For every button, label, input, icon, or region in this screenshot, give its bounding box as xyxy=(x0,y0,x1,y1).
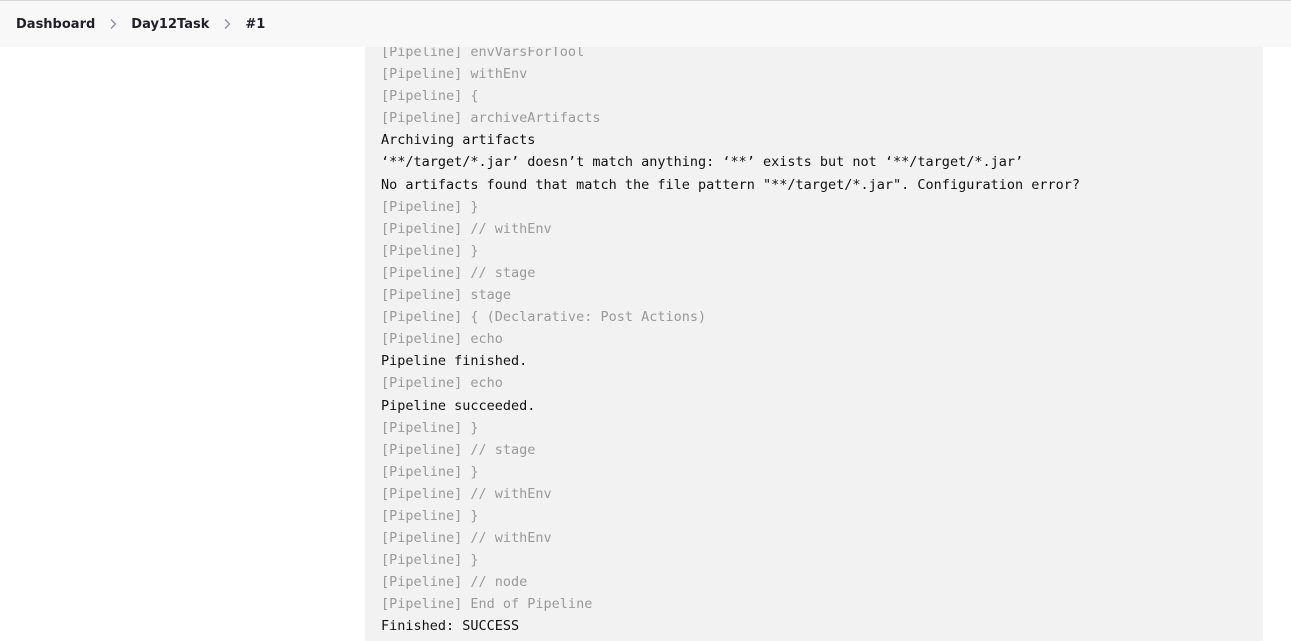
console-pipeline-line: [Pipeline] End of Pipeline xyxy=(381,596,593,613)
console-pipeline-line: [Pipeline] // withEnv xyxy=(381,485,552,502)
breadcrumb-item-build-1[interactable]: #1 xyxy=(245,17,265,32)
breadcrumb: Dashboard Day12Task #1 xyxy=(16,17,265,32)
jenkins-console-page: Dashboard Day12Task #1 [Pipeline] envVar… xyxy=(0,0,1291,641)
console-pipeline-line: [Pipeline] // stage xyxy=(381,441,536,458)
breadcrumb-item-dashboard[interactable]: Dashboard xyxy=(16,17,95,32)
console-pipeline-line: [Pipeline] stage xyxy=(381,287,512,304)
console-output-line: Archiving artifacts xyxy=(381,132,536,149)
console-pipeline-line: [Pipeline] { (Declarative: Post Actions) xyxy=(381,309,707,326)
console-output-line: No artifacts found that match the file p… xyxy=(381,176,1080,193)
console-pipeline-line: [Pipeline] // stage xyxy=(381,264,536,281)
console-pipeline-line: [Pipeline] archiveArtifacts xyxy=(381,110,601,127)
breadcrumb-bar: Dashboard Day12Task #1 xyxy=(0,0,1291,47)
console-output-line: Pipeline succeeded. xyxy=(381,397,536,414)
console-pipeline-line: [Pipeline] withEnv xyxy=(381,66,528,83)
console-pipeline-line: [Pipeline] } xyxy=(381,198,479,215)
console-pipeline-line: [Pipeline] } xyxy=(381,552,479,569)
console-pipeline-line: [Pipeline] echo xyxy=(381,375,503,392)
breadcrumb-item-day12task[interactable]: Day12Task xyxy=(131,17,209,32)
console-pipeline-line: [Pipeline] echo xyxy=(381,331,503,348)
console-pipeline-line: [Pipeline] } xyxy=(381,463,479,480)
console-pipeline-line: [Pipeline] // withEnv xyxy=(381,220,552,237)
console-pipeline-line: [Pipeline] // node xyxy=(381,574,528,591)
chevron-right-icon xyxy=(209,17,245,31)
console-output-line: ‘**/target/*.jar’ doesn’t match anything… xyxy=(381,154,1024,171)
console-output-line: Finished: SUCCESS xyxy=(381,618,520,635)
chevron-right-icon xyxy=(95,17,131,31)
console-pipeline-line: [Pipeline] { xyxy=(381,88,479,105)
console-pipeline-line: [Pipeline] } xyxy=(381,507,479,524)
console-pipeline-line: [Pipeline] } xyxy=(381,419,479,436)
console-pipeline-line: [Pipeline] } xyxy=(381,242,479,259)
console-output[interactable]: [Pipeline] envVarsForTool [Pipeline] with… xyxy=(365,40,1263,641)
console-pipeline-line: [Pipeline] // withEnv xyxy=(381,530,552,547)
console-output-line: Pipeline finished. xyxy=(381,353,528,370)
